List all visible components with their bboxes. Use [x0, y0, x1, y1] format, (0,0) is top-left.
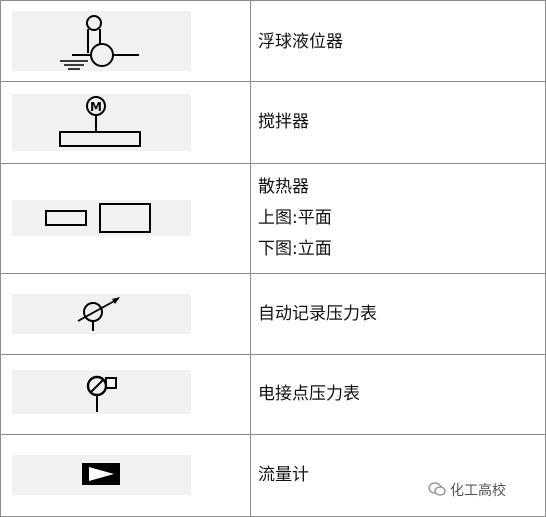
row-label: 浮球液位器	[258, 32, 343, 52]
row-divider	[0, 354, 546, 355]
row-label: 搅拌器	[258, 112, 309, 132]
row-label-line: 上图:平面	[258, 208, 332, 228]
flowmeter-icon	[82, 463, 120, 485]
row-divider	[0, 434, 546, 435]
agitator-motor-icon: M	[59, 96, 141, 147]
watermark-text: 化工高校	[450, 483, 506, 499]
row-divider	[0, 81, 546, 82]
recording-pressure-gauge-icon	[77, 297, 120, 331]
row-label: 流量计	[258, 465, 309, 485]
radiator-icon	[45, 203, 151, 233]
row-label-line: 下图:立面	[258, 239, 332, 259]
column-divider	[250, 0, 251, 517]
table-border-left	[0, 0, 1, 517]
row-divider	[0, 273, 546, 274]
symbol-table: 浮球液位器 M 搅拌器 散热器 上图:平面 下图:立面 自动记录压力表 电接点压…	[0, 0, 546, 517]
electric-contact-pressure-gauge-icon	[86, 375, 117, 412]
row-divider	[0, 163, 546, 164]
row-label: 自动记录压力表	[258, 304, 377, 324]
row-label-line: 散热器	[258, 177, 309, 197]
row-label: 电接点压力表	[258, 384, 360, 404]
wechat-icon	[428, 482, 446, 496]
motor-letter: M	[90, 100, 102, 114]
float-ball-level-icon	[60, 15, 139, 70]
row-divider	[0, 0, 546, 1]
